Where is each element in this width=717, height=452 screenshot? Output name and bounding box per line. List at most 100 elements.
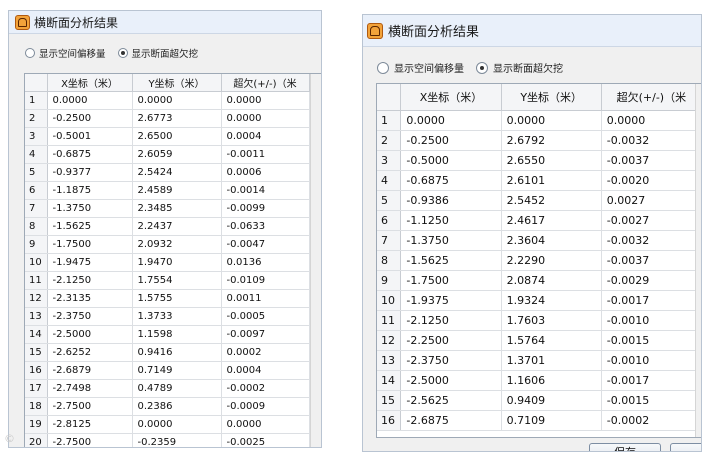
table-cell[interactable]: 2.6500 — [132, 127, 222, 146]
table-cell[interactable]: 1.1606 — [501, 370, 602, 391]
table-cell[interactable]: -2.7498 — [47, 379, 133, 398]
radio-unselected-icon[interactable] — [377, 61, 389, 74]
table-row[interactable]: 17 -2.7498 0.4789 -0.0002 — [25, 379, 310, 398]
table-cell[interactable]: 2.6101 — [501, 170, 602, 191]
table-cell[interactable]: 0.0000 — [132, 415, 222, 434]
radio-show-spatial-offset[interactable]: 显示空间偏移量 — [25, 46, 106, 60]
results-table[interactable]: X坐标（米） Y坐标（米） 超欠(+/-)（米 1 0.0000 0.0000 0.000… — [376, 83, 701, 438]
table-cell[interactable]: -2.1250 — [47, 271, 133, 290]
table-cell[interactable]: -0.0029 — [601, 270, 701, 291]
table-row[interactable]: 11 -2.1250 1.7554 -0.0109 — [25, 271, 310, 290]
table-cell[interactable]: -2.6252 — [47, 343, 133, 362]
table-cell[interactable]: -0.0010 — [601, 350, 701, 371]
table-cell[interactable]: -0.0037 — [601, 250, 701, 271]
table-row[interactable]: 10 -1.9375 1.9324 -0.0017 — [377, 290, 701, 311]
table-cell[interactable]: 0.0004 — [221, 127, 310, 146]
table-cell[interactable]: -0.0027 — [601, 210, 701, 231]
table-row[interactable]: 7 -1.3750 2.3485 -0.0099 — [25, 199, 310, 218]
table-cell[interactable]: 1.9470 — [132, 253, 222, 272]
table-cell[interactable]: 2.3485 — [132, 199, 222, 218]
table-row[interactable]: 15 -2.5625 0.9409 -0.0015 — [377, 390, 701, 411]
table-cell[interactable]: -2.6879 — [47, 361, 133, 380]
table-cell[interactable]: -0.0032 — [601, 230, 701, 251]
table-cell[interactable]: -2.2500 — [400, 330, 502, 351]
table-cell[interactable]: -0.0032 — [601, 130, 701, 151]
table-row[interactable]: 13 -2.3750 1.3701 -0.0010 — [377, 350, 701, 371]
table-row[interactable]: 7 -1.3750 2.3604 -0.0032 — [377, 230, 701, 251]
table-cell[interactable]: 1.7603 — [501, 310, 602, 331]
table-cell[interactable]: 0.0011 — [221, 289, 310, 308]
table-row[interactable]: 8 -1.5625 2.2437 -0.0633 — [25, 217, 310, 236]
table-cell[interactable]: -2.1250 — [400, 310, 502, 331]
table-cell[interactable]: 2.0874 — [501, 270, 602, 291]
table-cell[interactable]: 0.0000 — [47, 91, 133, 110]
save-button[interactable]: 保存 — [589, 443, 661, 451]
table-cell[interactable]: -0.0017 — [601, 370, 701, 391]
table-row[interactable]: 16 -2.6879 0.7149 0.0004 — [25, 361, 310, 380]
table-cell[interactable]: 2.4589 — [132, 181, 222, 200]
table-cell[interactable]: 0.0000 — [400, 110, 502, 131]
table-cell[interactable]: -0.0005 — [221, 307, 310, 326]
table-cell[interactable]: -0.0015 — [601, 330, 701, 351]
table-cell[interactable]: 2.2437 — [132, 217, 222, 236]
table-cell[interactable]: -1.9375 — [400, 290, 502, 311]
table-cell[interactable]: 0.0004 — [221, 361, 310, 380]
radio-show-overbreak[interactable]: 显示断面超欠挖 — [117, 46, 198, 60]
table-cell[interactable]: -1.3750 — [47, 199, 133, 218]
table-cell[interactable]: -0.6875 — [47, 145, 133, 164]
table-cell[interactable]: -0.0002 — [221, 379, 310, 398]
table-row[interactable]: 9 -1.7500 2.0932 -0.0047 — [25, 235, 310, 254]
table-cell[interactable]: 0.0000 — [132, 91, 222, 110]
table-row[interactable]: 14 -2.5000 1.1598 -0.0097 — [25, 325, 310, 344]
table-row[interactable]: 16 -2.6875 0.7109 -0.0002 — [377, 410, 701, 431]
table-cell[interactable]: 2.5452 — [501, 190, 602, 211]
table-cell[interactable]: -0.0047 — [221, 235, 310, 254]
vertical-scrollbar[interactable] — [695, 84, 701, 437]
table-row[interactable]: 4 -0.6875 2.6059 -0.0011 — [25, 145, 310, 164]
table-cell[interactable]: -2.7500 — [47, 397, 133, 416]
table-cell[interactable]: -0.0020 — [601, 170, 701, 191]
table-cell[interactable]: -1.3750 — [400, 230, 502, 251]
table-cell[interactable]: -0.0015 — [601, 390, 701, 411]
table-cell[interactable]: -2.3750 — [400, 350, 502, 371]
table-cell[interactable]: -0.0037 — [601, 150, 701, 171]
table-cell[interactable]: 1.3733 — [132, 307, 222, 326]
results-table[interactable]: X坐标（米） Y坐标（米） 超欠(+/-)（米 1 0.0000 0.0000 0.000… — [24, 73, 321, 447]
table-cell[interactable]: 1.1598 — [132, 325, 222, 344]
table-row[interactable]: 12 -2.2500 1.5764 -0.0015 — [377, 330, 701, 351]
table-cell[interactable]: -1.5625 — [400, 250, 502, 271]
table-cell[interactable]: 2.6792 — [501, 130, 602, 151]
table-cell[interactable]: -0.2500 — [47, 109, 133, 128]
table-cell[interactable]: -0.0002 — [601, 410, 701, 431]
table-cell[interactable]: 1.3701 — [501, 350, 602, 371]
table-cell[interactable]: 0.0000 — [501, 110, 602, 131]
table-cell[interactable]: -2.3135 — [47, 289, 133, 308]
table-row[interactable]: 8 -1.5625 2.2290 -0.0037 — [377, 250, 701, 271]
table-row[interactable]: 4 -0.6875 2.6101 -0.0020 — [377, 170, 701, 191]
table-cell[interactable]: -0.2359 — [132, 433, 222, 447]
table-cell[interactable]: -0.9377 — [47, 163, 133, 182]
table-cell[interactable]: 0.7109 — [501, 410, 602, 431]
table-cell[interactable]: -0.0014 — [221, 181, 310, 200]
radio-selected-icon[interactable] — [476, 61, 488, 74]
table-cell[interactable]: 2.4617 — [501, 210, 602, 231]
table-row[interactable]: 3 -0.5001 2.6500 0.0004 — [25, 127, 310, 146]
table-cell[interactable]: 0.0000 — [221, 109, 310, 128]
table-cell[interactable]: -0.0009 — [221, 397, 310, 416]
table-cell[interactable]: -2.7500 — [47, 433, 133, 447]
table-row[interactable]: 3 -0.5000 2.6550 -0.0037 — [377, 150, 701, 171]
table-cell[interactable]: -0.0017 — [601, 290, 701, 311]
table-cell[interactable]: -1.9475 — [47, 253, 133, 272]
table-cell[interactable]: -2.3750 — [47, 307, 133, 326]
radio-show-overbreak[interactable]: 显示断面超欠挖 — [476, 60, 563, 75]
table-cell[interactable]: -1.1875 — [47, 181, 133, 200]
column-header[interactable]: Y坐标（米） — [501, 84, 602, 111]
table-row[interactable]: 2 -0.2500 2.6773 0.0000 — [25, 109, 310, 128]
table-row[interactable]: 1 0.0000 0.0000 0.0000 — [25, 91, 310, 110]
table-cell[interactable]: -0.2500 — [400, 130, 502, 151]
table-cell[interactable]: -2.6875 — [400, 410, 502, 431]
table-cell[interactable]: 0.0000 — [221, 91, 310, 110]
table-cell[interactable]: -0.0097 — [221, 325, 310, 344]
column-header[interactable]: 超欠(+/-)（米 — [221, 74, 310, 92]
radio-show-spatial-offset[interactable]: 显示空间偏移量 — [377, 60, 464, 75]
